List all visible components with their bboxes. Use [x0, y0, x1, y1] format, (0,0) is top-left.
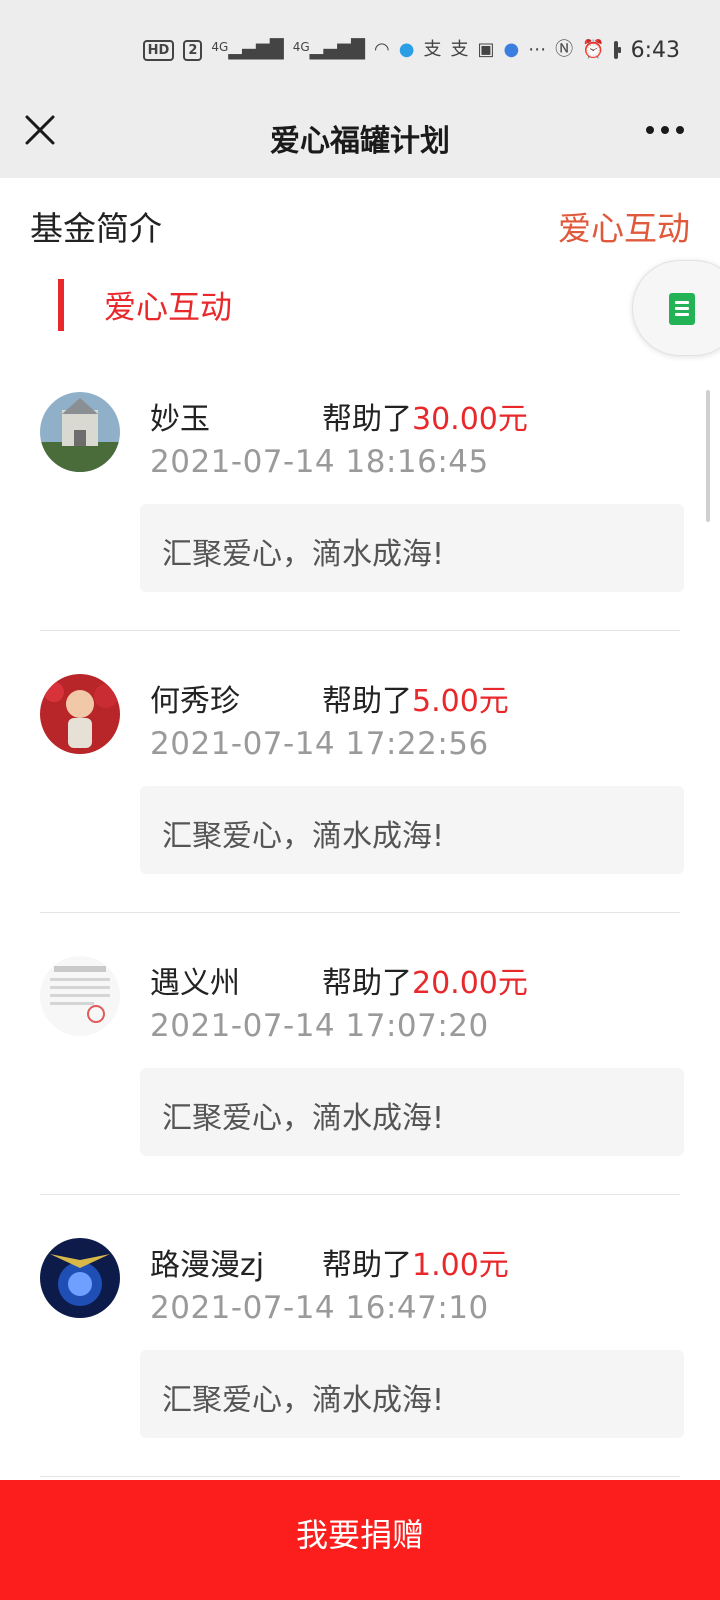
- alipay-icon-2: 支: [450, 39, 469, 60]
- helped-label: 帮助了: [322, 684, 412, 719]
- donation-time: 2021-07-14 16:47:10: [150, 1290, 489, 1326]
- divider: [40, 1194, 680, 1195]
- divider: [40, 912, 680, 913]
- section-title: 爱心互动: [104, 288, 233, 326]
- android-icon: ▣: [477, 39, 495, 60]
- page-title: 爱心福罐计划: [270, 124, 450, 159]
- signal-icon-2: 4G▂▄▆█: [292, 39, 365, 60]
- status-bar: HD 2 4G▂▄▆█ 4G▂▄▆█ ◠ ● 支 支 ▣ ● ⋯ Ⓝ ⏰ 6:4…: [0, 0, 720, 100]
- helped-label: 帮助了: [322, 1248, 412, 1283]
- donation-summary: 帮助了1.00元: [322, 1240, 509, 1284]
- donation-item: 妙玉 帮助了30.00元 2021-07-14 18:16:45 汇聚爱心，滴水…: [0, 388, 720, 670]
- donation-time: 2021-07-14 17:22:56: [150, 726, 489, 762]
- donation-summary: 帮助了30.00元: [322, 394, 528, 438]
- donation-amount: 1.00元: [412, 1248, 509, 1283]
- tab-fund-intro[interactable]: 基金简介: [30, 202, 162, 250]
- donation-summary: 帮助了5.00元: [322, 676, 509, 720]
- app-notification-icon: ●: [398, 39, 415, 60]
- more-notifications-icon: ⋯: [528, 39, 547, 60]
- more-dot-icon: [661, 126, 669, 134]
- divider: [40, 630, 680, 631]
- alipay-icon: 支: [423, 39, 442, 60]
- document-icon: [669, 293, 695, 325]
- signal-icon: 4G▂▄▆█: [211, 39, 284, 60]
- donor-name: 妙玉: [150, 402, 210, 437]
- helped-label: 帮助了: [322, 402, 412, 437]
- more-dot-icon: [676, 126, 684, 134]
- divider: [40, 1476, 680, 1477]
- donation-item: 路漫漫zj 帮助了1.00元 2021-07-14 16:47:10 汇聚爱心，…: [0, 1234, 720, 1480]
- section-marker: [58, 279, 64, 331]
- nfc-icon: Ⓝ: [555, 39, 574, 60]
- donation-time: 2021-07-14 18:16:45: [150, 444, 489, 480]
- donation-message: 汇聚爱心，滴水成海!: [140, 1350, 684, 1438]
- section-header: 爱心互动: [58, 278, 232, 332]
- clock: 6:43: [630, 37, 680, 63]
- donation-time: 2021-07-14 17:07:20: [150, 1008, 489, 1044]
- donation-amount: 30.00元: [412, 402, 528, 437]
- more-dot-icon: [646, 126, 654, 134]
- avatar[interactable]: [40, 392, 120, 472]
- donation-amount: 5.00元: [412, 684, 509, 719]
- battery-icon: [613, 41, 621, 59]
- page-content: 基金简介 爱心互动 爱心互动 妙玉 帮助了30.00元 2021-07-14 1…: [0, 178, 720, 1480]
- donation-list: 妙玉 帮助了30.00元 2021-07-14 18:16:45 汇聚爱心，滴水…: [0, 388, 720, 1480]
- alarm-icon: ⏰: [582, 39, 605, 60]
- avatar[interactable]: [40, 1238, 120, 1318]
- donation-message: 汇聚爱心，滴水成海!: [140, 1068, 684, 1156]
- donation-item: 遇义州 帮助了20.00元 2021-07-14 17:07:20 汇聚爱心，滴…: [0, 952, 720, 1234]
- tab-bar: 基金简介 爱心互动: [0, 202, 720, 252]
- wifi-icon: ◠: [374, 39, 390, 60]
- donation-amount: 20.00元: [412, 966, 528, 1001]
- nav-bar: 爱心福罐计划: [0, 100, 720, 178]
- donor-name: 遇义州: [150, 966, 240, 1001]
- helped-label: 帮助了: [322, 966, 412, 1001]
- donate-button[interactable]: 我要捐赠: [0, 1480, 720, 1600]
- avatar[interactable]: [40, 674, 120, 754]
- browser-icon: ●: [503, 39, 520, 60]
- avatar[interactable]: [40, 956, 120, 1036]
- more-button[interactable]: [646, 126, 684, 134]
- donation-message: 汇聚爱心，滴水成海!: [140, 504, 684, 592]
- donor-name: 路漫漫zj: [150, 1248, 265, 1283]
- donor-name: 何秀珍: [150, 684, 240, 719]
- donation-summary: 帮助了20.00元: [322, 958, 528, 1002]
- tab-interaction[interactable]: 爱心互动: [558, 202, 690, 250]
- donation-item: 何秀珍 帮助了5.00元 2021-07-14 17:22:56 汇聚爱心，滴水…: [0, 670, 720, 952]
- hd-indicator: HD: [142, 39, 175, 61]
- floating-document-button[interactable]: [632, 260, 720, 356]
- donation-message: 汇聚爱心，滴水成海!: [140, 786, 684, 874]
- sim-indicator: 2: [183, 39, 203, 61]
